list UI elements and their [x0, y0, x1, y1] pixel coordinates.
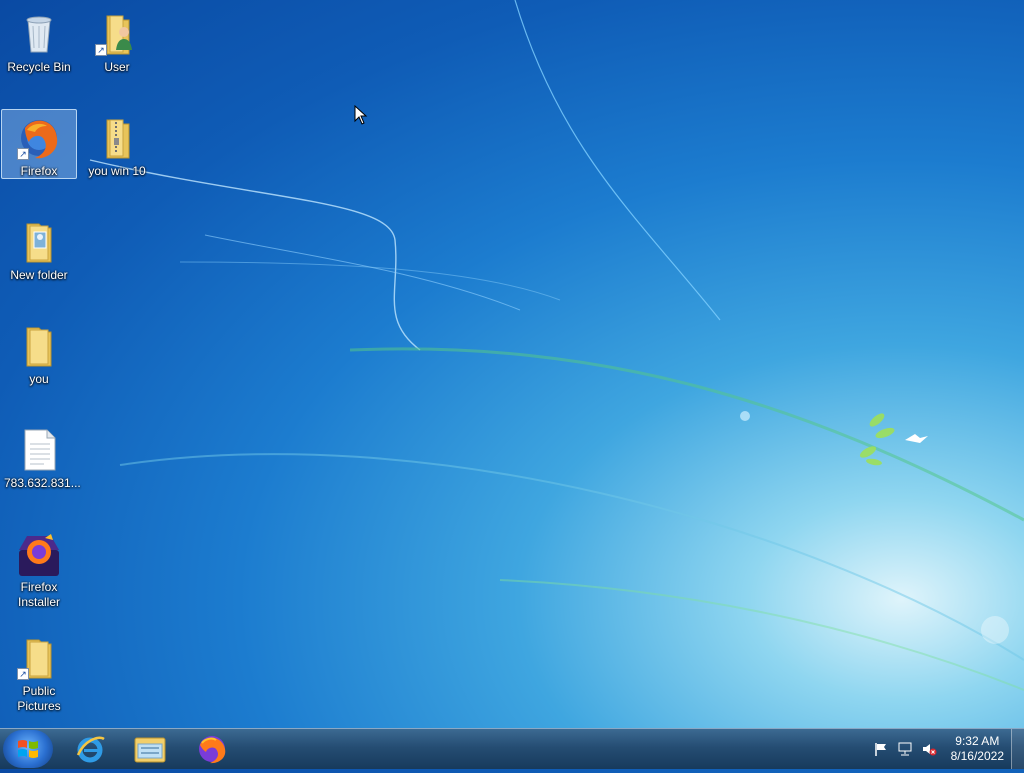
shortcut-arrow-icon: ↗: [17, 148, 29, 160]
desktop[interactable]: Recycle Bin ↗ User ↗ Firefox you win 10 …: [0, 0, 1024, 728]
desktop-icon-label: Recycle Bin: [7, 60, 71, 74]
text-file-icon: [15, 426, 63, 474]
system-tray: 9:32 AM 8/16/2022: [865, 729, 1014, 769]
action-center-flag-icon[interactable]: [873, 741, 889, 757]
zip-folder-icon: [93, 114, 141, 162]
pictures-folder-icon: ↗: [15, 634, 63, 682]
shortcut-arrow-icon: ↗: [17, 668, 29, 680]
desktop-icon-new-folder[interactable]: New folder: [1, 213, 77, 284]
desktop-icon-label: User: [104, 60, 130, 74]
show-desktop-button[interactable]: [1011, 729, 1024, 769]
desktop-icon-label: Public Pictures: [17, 684, 61, 713]
taskbar: 9:32 AM 8/16/2022: [0, 728, 1024, 769]
desktop-icon-label: 783.632.831...: [4, 476, 81, 490]
firefox-icon: ↗: [15, 114, 63, 162]
firefox-installer-icon: [15, 530, 63, 578]
desktop-icon-you[interactable]: you: [1, 317, 77, 388]
taskbar-file-explorer[interactable]: [122, 731, 178, 767]
volume-muted-icon[interactable]: [921, 741, 937, 757]
folder-icon: [15, 218, 63, 266]
desktop-icon-firefox[interactable]: ↗ Firefox: [1, 109, 77, 179]
internet-explorer-icon: [76, 736, 105, 763]
desktop-icon-label: you: [29, 372, 49, 386]
clock-time: 9:32 AM: [955, 734, 1000, 748]
desktop-icon-recycle-bin[interactable]: Recycle Bin: [1, 5, 77, 76]
firefox-icon: [199, 736, 226, 764]
desktop-icon-public-pictures[interactable]: ↗ Public Pictures: [1, 629, 77, 715]
desktop-icon-label: Firefox: [20, 164, 58, 178]
taskbar-firefox[interactable]: [184, 731, 240, 767]
file-explorer-icon: [134, 737, 166, 763]
taskbar-clock[interactable]: 9:32 AM 8/16/2022: [951, 734, 1004, 764]
start-button[interactable]: [3, 730, 53, 768]
mouse-pointer-icon: [354, 105, 368, 125]
desktop-icon-label: you win 10: [88, 164, 146, 178]
taskbar-internet-explorer[interactable]: [62, 731, 118, 767]
recycle-bin-icon: [15, 10, 63, 58]
desktop-icon-text-file[interactable]: 783.632.831...: [1, 421, 81, 492]
shortcut-arrow-icon: ↗: [95, 44, 107, 56]
windows-logo-icon: [18, 740, 38, 758]
desktop-icon-firefox-installer[interactable]: Firefox Installer: [1, 525, 77, 611]
desktop-icon-label: Firefox Installer: [17, 580, 61, 609]
desktop-icon-label: New folder: [10, 268, 68, 282]
folder-icon: [15, 322, 63, 370]
desktop-icon-you-win-10[interactable]: you win 10: [79, 109, 155, 180]
user-folder-icon: ↗: [93, 10, 141, 58]
network-icon[interactable]: [897, 741, 913, 757]
desktop-icon-user[interactable]: ↗ User: [79, 5, 155, 76]
clock-date: 8/16/2022: [950, 749, 1004, 763]
